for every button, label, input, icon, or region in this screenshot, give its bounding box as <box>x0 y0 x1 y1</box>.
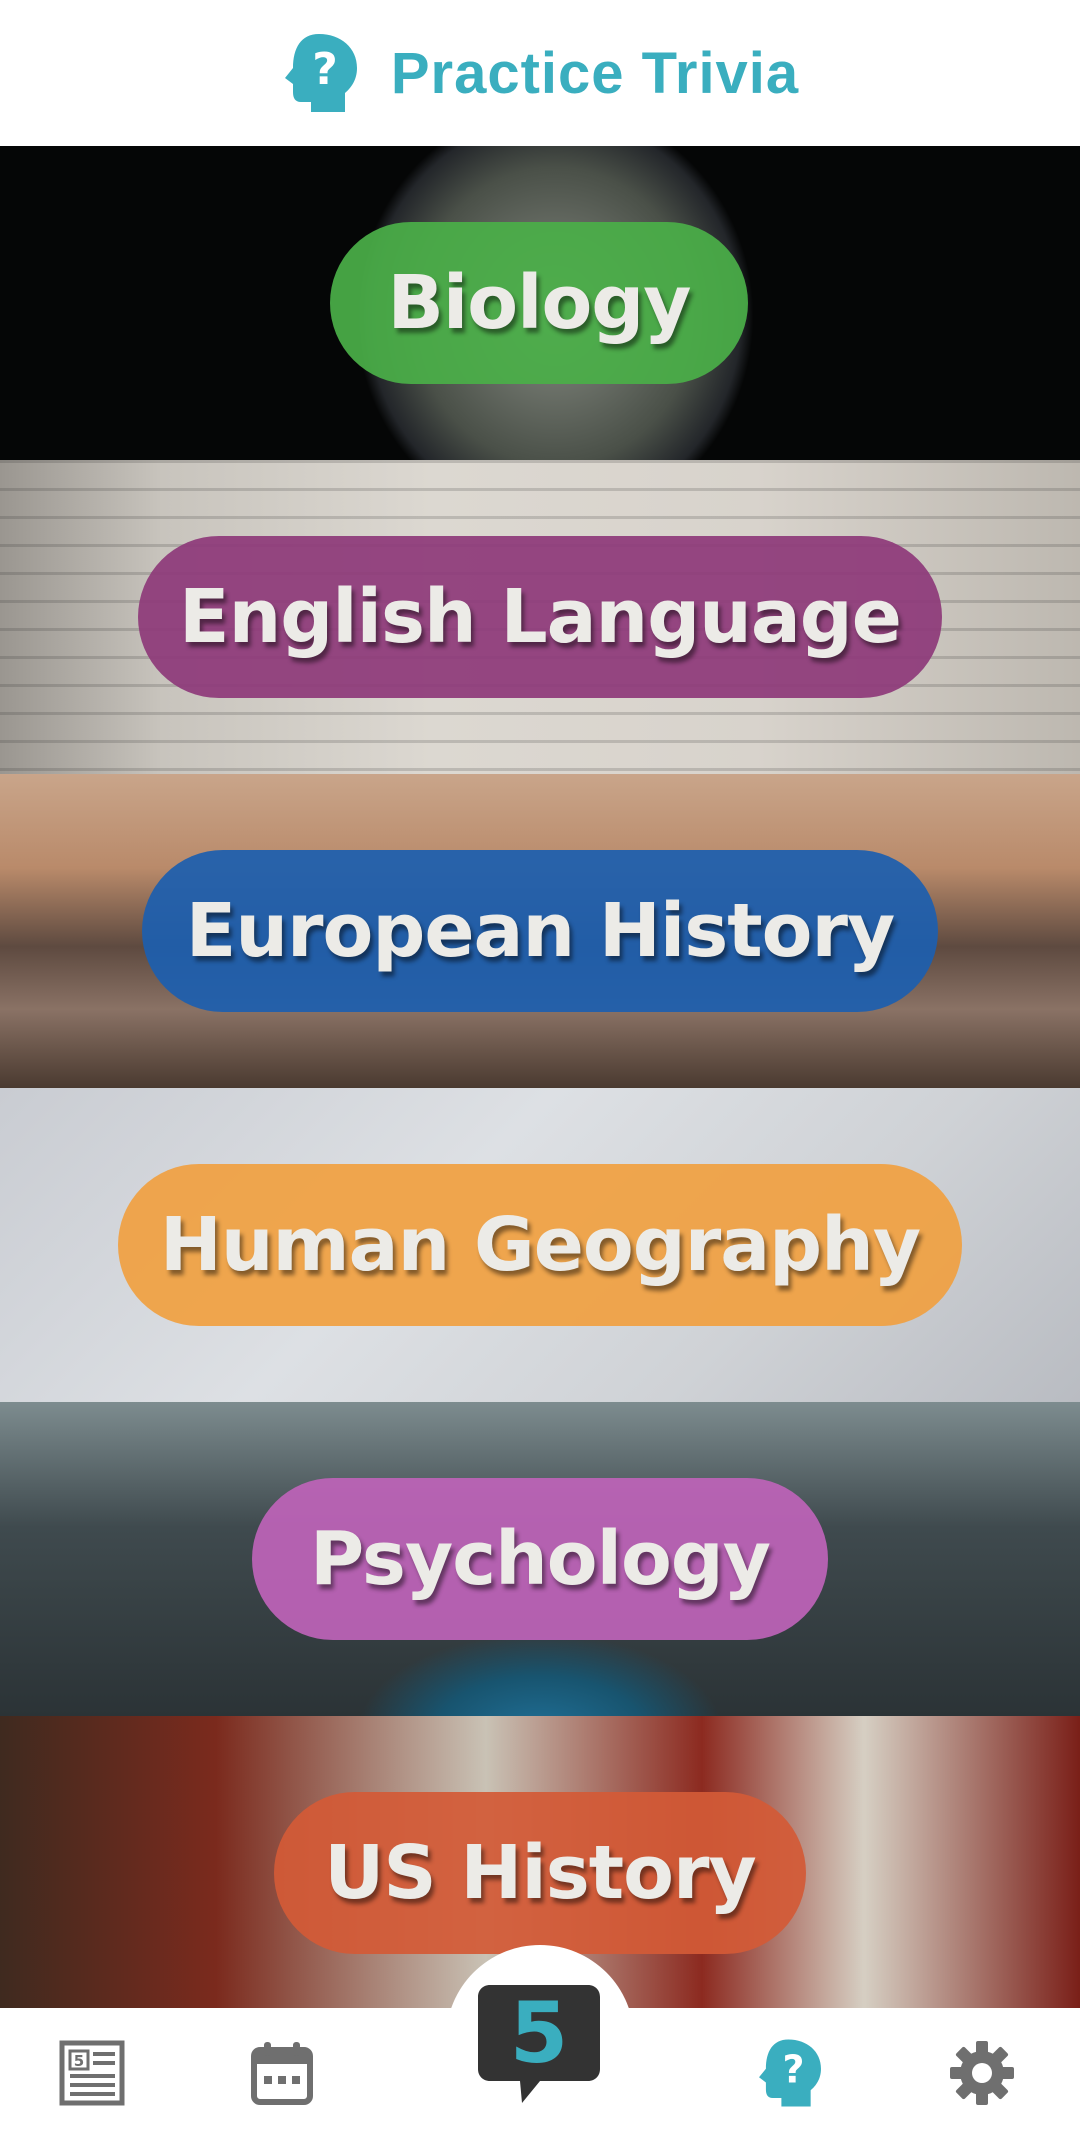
svg-text:5: 5 <box>74 2052 84 2070</box>
logo-digit: 5 <box>509 1984 569 2082</box>
page-title: Practice Trivia <box>390 40 800 106</box>
nav-home-logo[interactable]: 5 <box>478 1984 600 2105</box>
category-button-european-history[interactable]: European History <box>142 850 938 1012</box>
category-button-biology[interactable]: Biology <box>330 222 748 384</box>
gear-icon <box>950 2041 1014 2105</box>
nav-calendar[interactable] <box>247 2038 317 2108</box>
calendar-icon <box>251 2042 313 2105</box>
newspaper-icon: 5 <box>59 2040 125 2106</box>
category-band-english-language[interactable]: English Language <box>0 460 1080 774</box>
svg-text:?: ? <box>782 2047 804 2091</box>
nav-trivia[interactable]: ? <box>755 2038 825 2108</box>
head-question-icon: ? <box>759 2039 821 2107</box>
category-button-english-language[interactable]: English Language <box>138 536 942 698</box>
category-band-biology[interactable]: Biology <box>0 146 1080 460</box>
nav-news[interactable]: 5 <box>57 2038 127 2108</box>
category-button-human-geography[interactable]: Human Geography <box>118 1164 962 1326</box>
head-question-icon: ? <box>284 34 357 112</box>
category-band-human-geography[interactable]: Human Geography <box>0 1088 1080 1402</box>
category-band-psychology[interactable]: Psychology <box>0 1402 1080 1716</box>
category-band-european-history[interactable]: European History <box>0 774 1080 1088</box>
svg-text:?: ? <box>312 44 338 95</box>
category-button-psychology[interactable]: Psychology <box>252 1478 828 1640</box>
nav-settings[interactable] <box>947 2038 1017 2108</box>
app-header: ? Practice Trivia <box>0 0 1080 146</box>
category-button-us-history[interactable]: US History <box>274 1792 806 1954</box>
